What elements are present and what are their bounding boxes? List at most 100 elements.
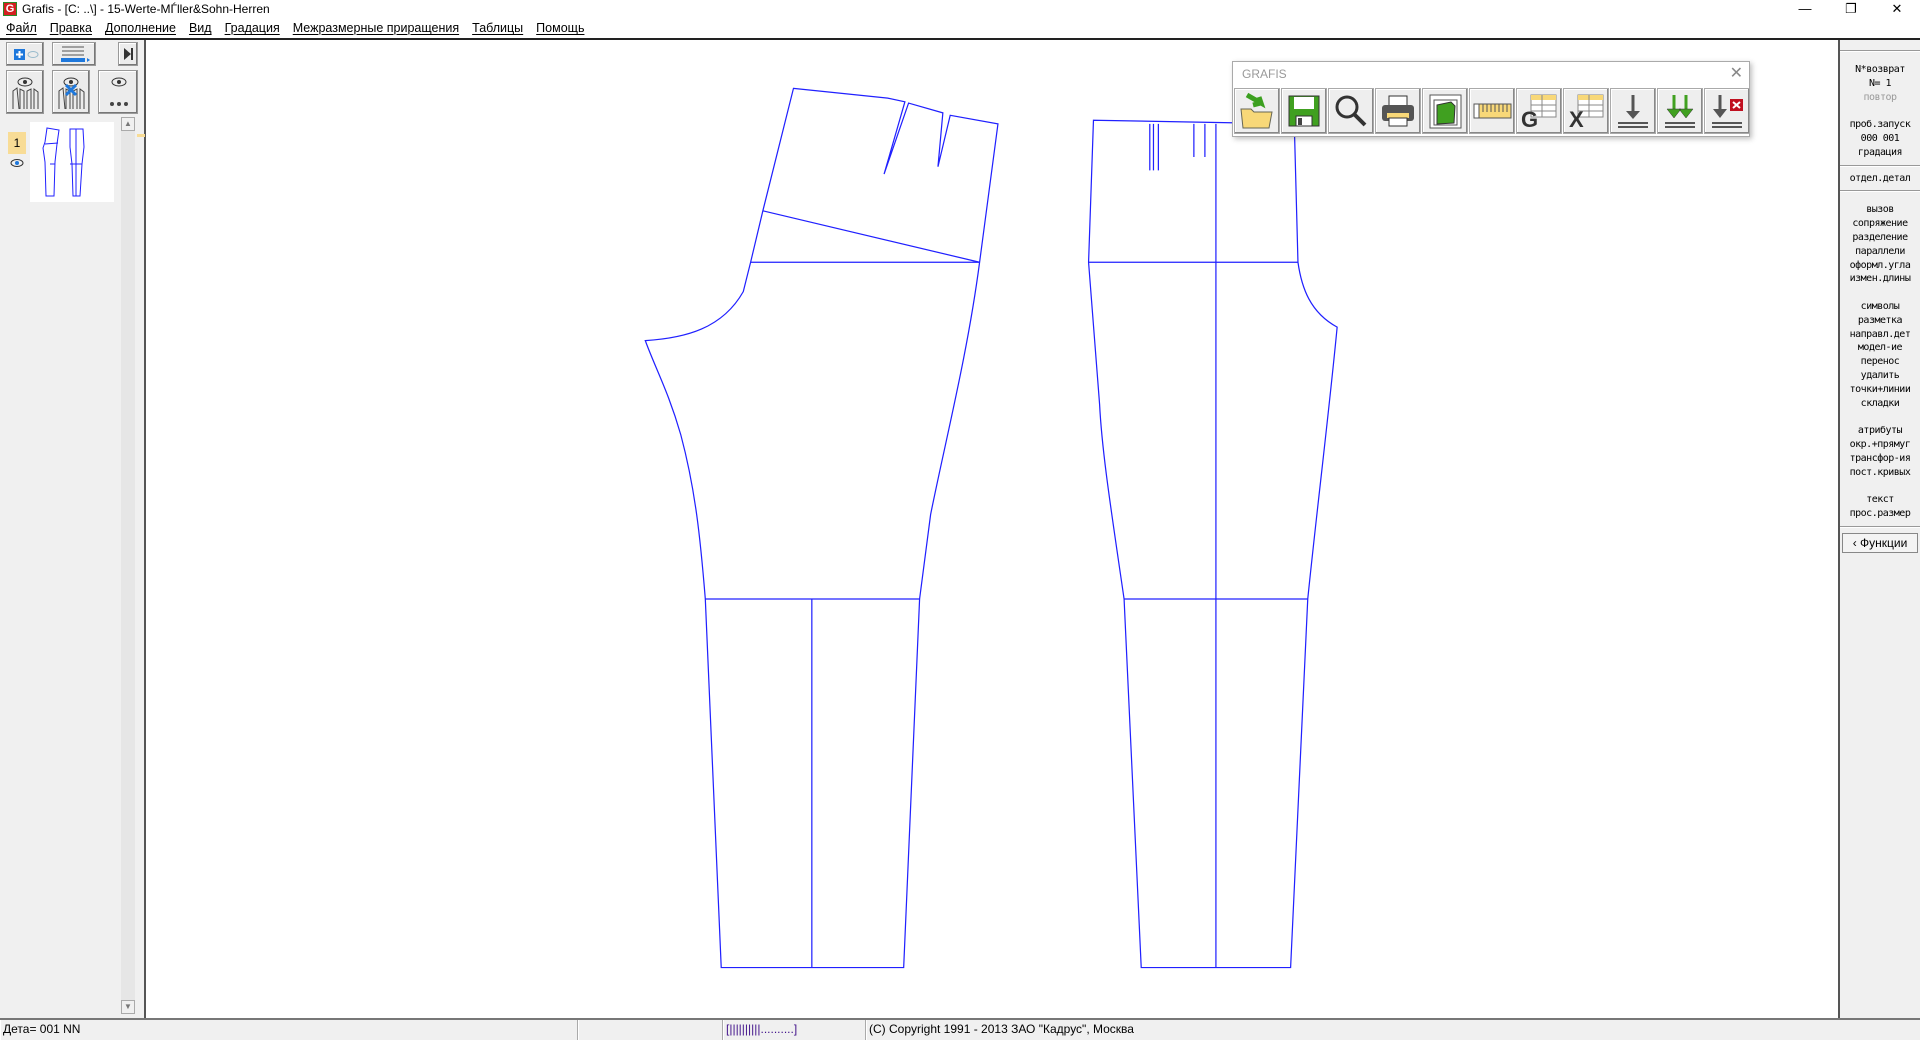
tape-measure-icon: [1473, 103, 1512, 119]
g-table-icon: G: [1521, 94, 1557, 131]
function-item[interactable]: точки+линии: [1840, 383, 1920, 397]
function-item[interactable]: прос.размер: [1840, 507, 1920, 521]
close-button[interactable]: ✕: [1874, 0, 1920, 19]
front-piece-outline: [644, 87, 999, 969]
menu-size-increments[interactable]: Межразмерные приращения: [293, 19, 459, 38]
save-button[interactable]: [1281, 88, 1327, 134]
eye-more-icon: [110, 77, 128, 106]
function-item[interactable]: сопряжение: [1840, 217, 1920, 231]
menu-view[interactable]: Вид: [189, 19, 212, 38]
piece-view-button[interactable]: [1422, 88, 1468, 134]
add-layer-icon: [14, 49, 39, 60]
measure-button[interactable]: [1469, 88, 1515, 134]
function-item[interactable]: текст: [1840, 493, 1920, 507]
grafis-table-button[interactable]: G: [1516, 88, 1562, 134]
import-all-button[interactable]: [1657, 88, 1703, 134]
floppy-disk-icon: [1288, 95, 1320, 127]
more-visibility-button[interactable]: [98, 70, 138, 114]
status-copyright: (C) Copyright 1991 - 2013 ЗАО "Кадрус", …: [866, 1020, 1920, 1040]
eye-icon[interactable]: [10, 158, 24, 168]
x-table-icon: X: [1569, 94, 1604, 131]
scroll-down-icon[interactable]: ▼: [121, 1000, 135, 1014]
svg-text:G: G: [1521, 107, 1538, 131]
function-item[interactable]: трансфор-ия: [1840, 452, 1920, 466]
window-title: Grafis - [C: ..\] - 15-Werte-MЃller&Sohn…: [22, 2, 270, 16]
menu-help[interactable]: Помощь: [536, 19, 584, 38]
app-logo-icon: G: [3, 2, 17, 16]
layers-scrollbar[interactable]: ▲ ▼: [121, 117, 135, 1014]
printer-icon: [1382, 95, 1414, 127]
function-item[interactable]: параллели: [1840, 245, 1920, 259]
arrow-down-icon: [1618, 95, 1648, 128]
import-button[interactable]: [1610, 88, 1656, 134]
excel-table-button[interactable]: X: [1563, 88, 1609, 134]
show-all-pieces-button[interactable]: [6, 70, 44, 114]
divider: [0, 38, 1920, 40]
piece-frame-icon: [1429, 94, 1462, 129]
divider: [1840, 50, 1920, 52]
function-item[interactable]: вызов: [1840, 203, 1920, 217]
function-item[interactable]: оформл.угла: [1840, 259, 1920, 273]
open-file-button[interactable]: [1234, 88, 1280, 134]
zoom-button[interactable]: [1328, 88, 1374, 134]
menu-tables[interactable]: Таблицы: [472, 19, 523, 38]
panel-expand-button[interactable]: [118, 42, 138, 66]
repeat-button[interactable]: повтор: [1840, 91, 1920, 105]
print-button[interactable]: [1375, 88, 1421, 134]
open-folder-icon: [1240, 92, 1273, 129]
test-run-button[interactable]: проб.запуск: [1840, 118, 1920, 132]
grading-button[interactable]: градация: [1840, 146, 1920, 160]
menu-grading[interactable]: Градация: [225, 19, 280, 38]
back-piece-outline: [1087, 119, 1338, 969]
add-layer-button[interactable]: [6, 42, 44, 66]
return-number-button[interactable]: N*возврат: [1840, 63, 1920, 77]
function-item[interactable]: пост.кривых: [1840, 466, 1920, 480]
function-item[interactable]: атрибуты: [1840, 424, 1920, 438]
eye-crossed-pieces-icon: [58, 77, 85, 110]
functions-panel: N*возврат N= 1 повтор проб.запуск 000 00…: [1838, 40, 1920, 1018]
return-number-value: N= 1: [1868, 77, 1892, 89]
pattern-thumbnail: [42, 127, 85, 197]
menu-edit[interactable]: Правка: [50, 19, 92, 38]
menu-bar: Файл Правка Дополнение Вид Градация Межр…: [0, 19, 1920, 38]
function-item[interactable]: измен.длины: [1840, 272, 1920, 286]
menu-file[interactable]: Файл: [6, 19, 37, 38]
title-bar: G Grafis - [C: ..\] - 15-Werte-MЃller&So…: [0, 0, 1920, 19]
function-item[interactable]: удалить: [1840, 369, 1920, 383]
double-arrow-down-icon: [1665, 95, 1695, 128]
layer-thumbnail[interactable]: [30, 122, 114, 202]
divider: [1840, 525, 1920, 528]
minimize-button[interactable]: —: [1782, 0, 1828, 19]
grafis-toolbar-window: GRAFIS ✕ G X: [1232, 61, 1750, 137]
toolbar-close-icon[interactable]: ✕: [1730, 63, 1743, 83]
layer-indicator: [137, 134, 145, 137]
import-cancel-button[interactable]: [1704, 88, 1750, 134]
scroll-up-icon[interactable]: ▲: [121, 117, 135, 131]
function-item[interactable]: направл.дет: [1840, 328, 1920, 342]
back-pleats: [1149, 123, 1206, 171]
arrow-down-cancel-icon: [1712, 95, 1743, 128]
play-end-icon: [124, 48, 133, 60]
function-item[interactable]: перенос: [1840, 355, 1920, 369]
function-item[interactable]: модел-ие: [1840, 341, 1920, 355]
front-hip-diagonal-line: [762, 210, 980, 263]
menu-extras[interactable]: Дополнение: [105, 19, 176, 38]
layers-panel: 1 ▲ ▼: [0, 40, 146, 1018]
function-item[interactable]: окр.+прямуг: [1840, 438, 1920, 452]
divider: [1840, 190, 1920, 193]
functions-button[interactable]: ‹ Функции: [1842, 532, 1918, 553]
test-run-value: 000 001: [1860, 132, 1900, 144]
hide-pieces-button[interactable]: [52, 70, 90, 114]
function-item[interactable]: складки: [1840, 397, 1920, 411]
layer-list-button[interactable]: [52, 42, 96, 66]
restore-button[interactable]: ❐: [1828, 0, 1874, 19]
magnifier-icon: [1335, 95, 1367, 127]
separate-piece-button[interactable]: отдел.детал: [1840, 172, 1920, 186]
status-detail: Дета= 001 NN: [0, 1020, 578, 1040]
function-item[interactable]: символы: [1840, 300, 1920, 314]
function-item[interactable]: разделение: [1840, 231, 1920, 245]
function-item[interactable]: разметка: [1840, 314, 1920, 328]
layer-number-badge[interactable]: 1: [8, 132, 26, 154]
